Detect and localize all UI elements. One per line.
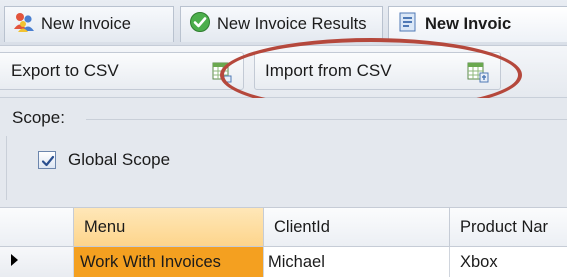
import-from-csv-button[interactable]: Import from CSV [254,52,501,90]
toolbar: Export to CSV Import from CSV [0,46,567,98]
global-scope-label: Global Scope [68,150,171,169]
column-header-label: ClientId [274,217,330,236]
column-header-menu[interactable]: Menu [74,207,264,247]
current-row-arrow-icon [10,253,20,272]
document-tab-strip: New Invoice New Invoice Results New Invo… [0,0,567,46]
spreadsheet-export-icon [211,61,233,88]
scope-border [6,136,7,200]
invoice-icon [397,11,419,38]
cell-value: Xbox [460,252,498,271]
tab-new-invoice-results[interactable]: New Invoice Results [180,6,383,42]
column-header-label: Menu [84,217,126,236]
invoice-grid: Menu ClientId Product Nar Work With Invo… [0,207,567,277]
scope-title: Scope: [12,108,65,127]
global-scope-checkbox[interactable] [38,151,56,169]
tab-label: New Invoic [425,15,512,33]
users-icon [13,11,35,38]
check-circle-icon [189,11,211,38]
column-header-clientid[interactable]: ClientId [264,207,450,247]
tab-new-invoice-active[interactable]: New Invoic [388,6,567,42]
grid-cell-menu[interactable]: Work With Invoices [74,247,264,277]
spreadsheet-import-icon [466,61,490,88]
scope-group: Scope: Global Scope [0,98,567,208]
column-header-label: Product Nar [460,217,549,236]
cell-value: Michael [268,252,325,271]
scope-divider [86,119,567,120]
row-indicator[interactable] [0,247,74,277]
grid-cell-product-name[interactable]: Xbox [450,247,567,277]
tab-label: New Invoice Results [217,15,367,33]
tab-label: New Invoice [41,15,131,33]
grid-cell-clientid[interactable]: Michael [264,247,450,277]
grid-corner-header [0,207,74,247]
cell-value: Work With Invoices [80,252,221,271]
export-to-csv-button[interactable]: Export to CSV [0,52,244,90]
column-header-product-name[interactable]: Product Nar [450,207,567,247]
global-scope-option[interactable]: Global Scope [38,150,170,170]
tab-new-invoice[interactable]: New Invoice [4,6,174,42]
import-label: Import from CSV [265,61,392,80]
export-label: Export to CSV [11,61,119,80]
